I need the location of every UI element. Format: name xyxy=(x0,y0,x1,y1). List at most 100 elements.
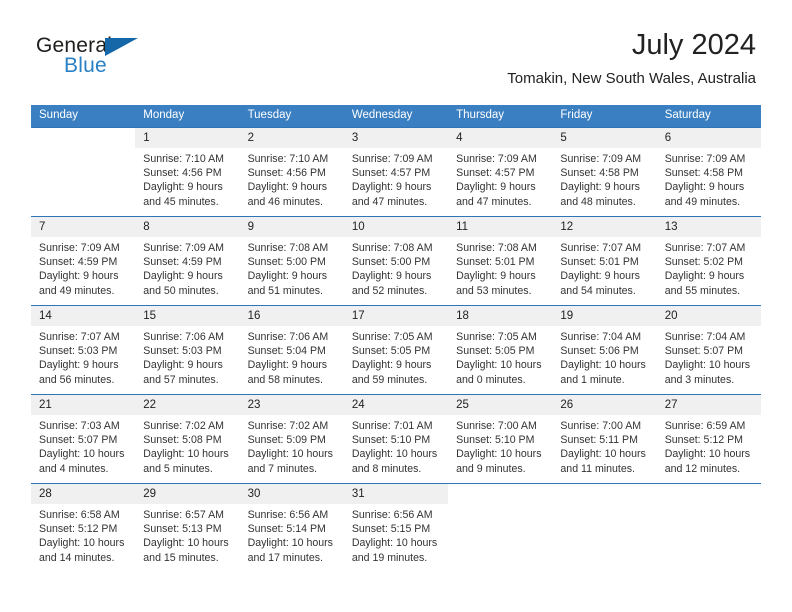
general-blue-logo[interactable]: General Blue xyxy=(36,34,156,86)
day-number: 12 xyxy=(552,217,657,237)
calendar-week-row: 28 Sunrise: 6:58 AM Sunset: 5:12 PM Dayli… xyxy=(31,483,761,572)
calendar-day-cell[interactable]: 25 Sunrise: 7:00 AM Sunset: 5:10 PM Dayli… xyxy=(448,394,553,484)
calendar-day-cell[interactable]: 21 Sunrise: 7:03 AM Sunset: 5:07 PM Dayli… xyxy=(31,394,136,484)
day-cell-content xyxy=(657,484,761,572)
day-number: 11 xyxy=(448,217,553,237)
weekday-header-saturday: Saturday xyxy=(656,105,761,128)
day-cell-content: 7 Sunrise: 7:09 AM Sunset: 4:59 PM Daylig… xyxy=(31,217,136,305)
day-cell-content: 11 Sunrise: 7:08 AM Sunset: 5:01 PM Dayli… xyxy=(448,217,553,305)
calendar-day-cell[interactable]: 6 Sunrise: 7:09 AM Sunset: 4:58 PM Daylig… xyxy=(656,127,761,217)
calendar-day-cell[interactable]: 31 Sunrise: 6:56 AM Sunset: 5:15 PM Dayli… xyxy=(343,483,449,572)
calendar-day-cell[interactable]: 19 Sunrise: 7:04 AM Sunset: 5:06 PM Dayli… xyxy=(552,305,657,395)
sun-times-info: Sunrise: 7:05 AM Sunset: 5:05 PM Dayligh… xyxy=(456,331,542,386)
sun-times-info: Sunrise: 7:09 AM Sunset: 4:59 PM Dayligh… xyxy=(39,242,120,297)
day-cell-content: 16 Sunrise: 7:06 AM Sunset: 5:04 PM Dayli… xyxy=(239,306,344,394)
calendar-day-cell[interactable]: 3 Sunrise: 7:09 AM Sunset: 4:57 PM Daylig… xyxy=(343,127,449,217)
day-cell-content: 9 Sunrise: 7:08 AM Sunset: 5:00 PM Daylig… xyxy=(239,217,344,305)
day-number xyxy=(31,128,135,148)
calendar-day-cell[interactable]: 26 Sunrise: 7:00 AM Sunset: 5:11 PM Dayli… xyxy=(552,394,657,484)
day-cell-content: 22 Sunrise: 7:02 AM Sunset: 5:08 PM Dayli… xyxy=(135,395,240,483)
calendar-day-cell[interactable]: 29 Sunrise: 6:57 AM Sunset: 5:13 PM Dayli… xyxy=(135,483,240,572)
calendar-day-cell[interactable] xyxy=(31,127,136,217)
day-cell-content: 14 Sunrise: 7:07 AM Sunset: 5:03 PM Dayli… xyxy=(31,306,136,394)
calendar-day-cell[interactable]: 23 Sunrise: 7:02 AM Sunset: 5:09 PM Dayli… xyxy=(239,394,344,484)
day-cell-content: 29 Sunrise: 6:57 AM Sunset: 5:13 PM Dayli… xyxy=(135,484,240,572)
day-number: 24 xyxy=(343,395,449,415)
day-number: 13 xyxy=(656,217,761,237)
sun-times-info: Sunrise: 6:57 AM Sunset: 5:13 PM Dayligh… xyxy=(143,509,229,564)
calendar-day-cell[interactable]: 28 Sunrise: 6:58 AM Sunset: 5:12 PM Dayli… xyxy=(31,483,136,572)
calendar-day-cell[interactable]: 9 Sunrise: 7:08 AM Sunset: 5:00 PM Daylig… xyxy=(239,216,344,306)
day-cell-content: 13 Sunrise: 7:07 AM Sunset: 5:02 PM Dayli… xyxy=(656,217,761,305)
calendar-day-cell[interactable]: 12 Sunrise: 7:07 AM Sunset: 5:01 PM Dayli… xyxy=(552,216,657,306)
calendar-week-row: 7 Sunrise: 7:09 AM Sunset: 4:59 PM Daylig… xyxy=(31,216,761,306)
day-number: 10 xyxy=(343,217,449,237)
calendar-day-cell[interactable]: 14 Sunrise: 7:07 AM Sunset: 5:03 PM Dayli… xyxy=(31,305,136,395)
brand-name-blue: Blue xyxy=(64,54,107,77)
page-title: July 2024 xyxy=(631,29,756,61)
sun-times-info: Sunrise: 7:09 AM Sunset: 4:57 PM Dayligh… xyxy=(456,153,537,208)
calendar-day-cell[interactable] xyxy=(448,483,553,572)
calendar-day-cell[interactable]: 7 Sunrise: 7:09 AM Sunset: 4:59 PM Daylig… xyxy=(31,216,136,306)
sun-times-info: Sunrise: 6:58 AM Sunset: 5:12 PM Dayligh… xyxy=(39,509,125,564)
sun-times-info: Sunrise: 7:05 AM Sunset: 5:05 PM Dayligh… xyxy=(351,331,433,386)
calendar-day-cell[interactable]: 1 Sunrise: 7:10 AM Sunset: 4:56 PM Daylig… xyxy=(135,127,240,217)
sun-times-info: Sunrise: 6:59 AM Sunset: 5:12 PM Dayligh… xyxy=(664,420,751,475)
day-number: 27 xyxy=(656,395,761,415)
day-number: 8 xyxy=(135,217,240,237)
calendar-day-cell[interactable] xyxy=(552,483,657,572)
sun-times-info: Sunrise: 7:08 AM Sunset: 5:00 PM Dayligh… xyxy=(351,242,433,297)
calendar-day-cell[interactable]: 17 Sunrise: 7:05 AM Sunset: 5:05 PM Dayli… xyxy=(343,305,449,395)
day-cell-content: 6 Sunrise: 7:09 AM Sunset: 4:58 PM Daylig… xyxy=(656,128,761,216)
sun-times-info: Sunrise: 7:10 AM Sunset: 4:56 PM Dayligh… xyxy=(143,153,224,208)
day-cell-content: 8 Sunrise: 7:09 AM Sunset: 4:59 PM Daylig… xyxy=(135,217,240,305)
sun-times-info: Sunrise: 7:07 AM Sunset: 5:02 PM Dayligh… xyxy=(664,242,746,297)
day-number: 17 xyxy=(343,306,449,326)
day-number: 19 xyxy=(552,306,657,326)
day-cell-content xyxy=(448,484,552,572)
calendar-day-cell[interactable]: 27 Sunrise: 6:59 AM Sunset: 5:12 PM Dayli… xyxy=(656,394,761,484)
calendar-day-cell[interactable]: 10 Sunrise: 7:08 AM Sunset: 5:00 PM Dayli… xyxy=(343,216,449,306)
day-number: 6 xyxy=(656,128,761,148)
day-cell-content xyxy=(31,128,135,216)
day-cell-content: 1 Sunrise: 7:10 AM Sunset: 4:56 PM Daylig… xyxy=(135,128,240,216)
calendar-day-cell[interactable]: 2 Sunrise: 7:10 AM Sunset: 4:56 PM Daylig… xyxy=(239,127,344,217)
day-number: 21 xyxy=(31,395,136,415)
day-cell-content: 20 Sunrise: 7:04 AM Sunset: 5:07 PM Dayli… xyxy=(656,306,761,394)
calendar-day-cell[interactable]: 18 Sunrise: 7:05 AM Sunset: 5:05 PM Dayli… xyxy=(448,305,553,395)
sun-times-info: Sunrise: 7:06 AM Sunset: 5:04 PM Dayligh… xyxy=(247,331,329,386)
day-number: 28 xyxy=(31,484,136,504)
day-number: 14 xyxy=(31,306,136,326)
calendar-day-cell[interactable]: 11 Sunrise: 7:08 AM Sunset: 5:01 PM Dayli… xyxy=(448,216,553,306)
calendar-day-cell[interactable]: 30 Sunrise: 6:56 AM Sunset: 5:14 PM Dayli… xyxy=(239,483,344,572)
calendar-day-cell[interactable] xyxy=(656,483,761,572)
day-cell-content: 30 Sunrise: 6:56 AM Sunset: 5:14 PM Dayli… xyxy=(239,484,344,572)
day-number: 20 xyxy=(656,306,761,326)
calendar-day-cell[interactable]: 5 Sunrise: 7:09 AM Sunset: 4:58 PM Daylig… xyxy=(552,127,657,217)
calendar-day-cell[interactable]: 15 Sunrise: 7:06 AM Sunset: 5:03 PM Dayli… xyxy=(135,305,240,395)
day-number: 30 xyxy=(239,484,344,504)
day-cell-content: 17 Sunrise: 7:05 AM Sunset: 5:05 PM Dayli… xyxy=(343,306,449,394)
sun-times-info: Sunrise: 7:07 AM Sunset: 5:01 PM Dayligh… xyxy=(560,242,642,297)
day-number: 9 xyxy=(239,217,344,237)
sun-times-info: Sunrise: 7:06 AM Sunset: 5:03 PM Dayligh… xyxy=(143,331,224,386)
calendar-day-cell[interactable]: 24 Sunrise: 7:01 AM Sunset: 5:10 PM Dayli… xyxy=(343,394,449,484)
day-cell-content: 26 Sunrise: 7:00 AM Sunset: 5:11 PM Dayli… xyxy=(552,395,657,483)
sun-times-info: Sunrise: 7:02 AM Sunset: 5:08 PM Dayligh… xyxy=(143,420,229,475)
calendar-day-cell[interactable]: 13 Sunrise: 7:07 AM Sunset: 5:02 PM Dayli… xyxy=(656,216,761,306)
calendar-day-cell[interactable]: 4 Sunrise: 7:09 AM Sunset: 4:57 PM Daylig… xyxy=(448,127,553,217)
calendar-week-row: 21 Sunrise: 7:03 AM Sunset: 5:07 PM Dayli… xyxy=(31,394,761,484)
day-number: 23 xyxy=(239,395,344,415)
calendar-day-cell[interactable]: 16 Sunrise: 7:06 AM Sunset: 5:04 PM Dayli… xyxy=(239,305,344,395)
sun-times-info: Sunrise: 7:09 AM Sunset: 4:57 PM Dayligh… xyxy=(351,153,433,208)
day-cell-content: 10 Sunrise: 7:08 AM Sunset: 5:00 PM Dayli… xyxy=(343,217,449,305)
day-number: 26 xyxy=(552,395,657,415)
calendar-week-row: 1 Sunrise: 7:10 AM Sunset: 4:56 PM Daylig… xyxy=(31,127,761,217)
day-number: 22 xyxy=(135,395,240,415)
day-cell-content: 18 Sunrise: 7:05 AM Sunset: 5:05 PM Dayli… xyxy=(448,306,553,394)
sun-times-info: Sunrise: 7:02 AM Sunset: 5:09 PM Dayligh… xyxy=(247,420,333,475)
calendar-day-cell[interactable]: 22 Sunrise: 7:02 AM Sunset: 5:08 PM Dayli… xyxy=(135,394,240,484)
calendar-day-cell[interactable]: 20 Sunrise: 7:04 AM Sunset: 5:07 PM Dayli… xyxy=(656,305,761,395)
calendar-week-row: 14 Sunrise: 7:07 AM Sunset: 5:03 PM Dayli… xyxy=(31,305,761,395)
calendar-day-cell[interactable]: 8 Sunrise: 7:09 AM Sunset: 4:59 PM Daylig… xyxy=(135,216,240,306)
